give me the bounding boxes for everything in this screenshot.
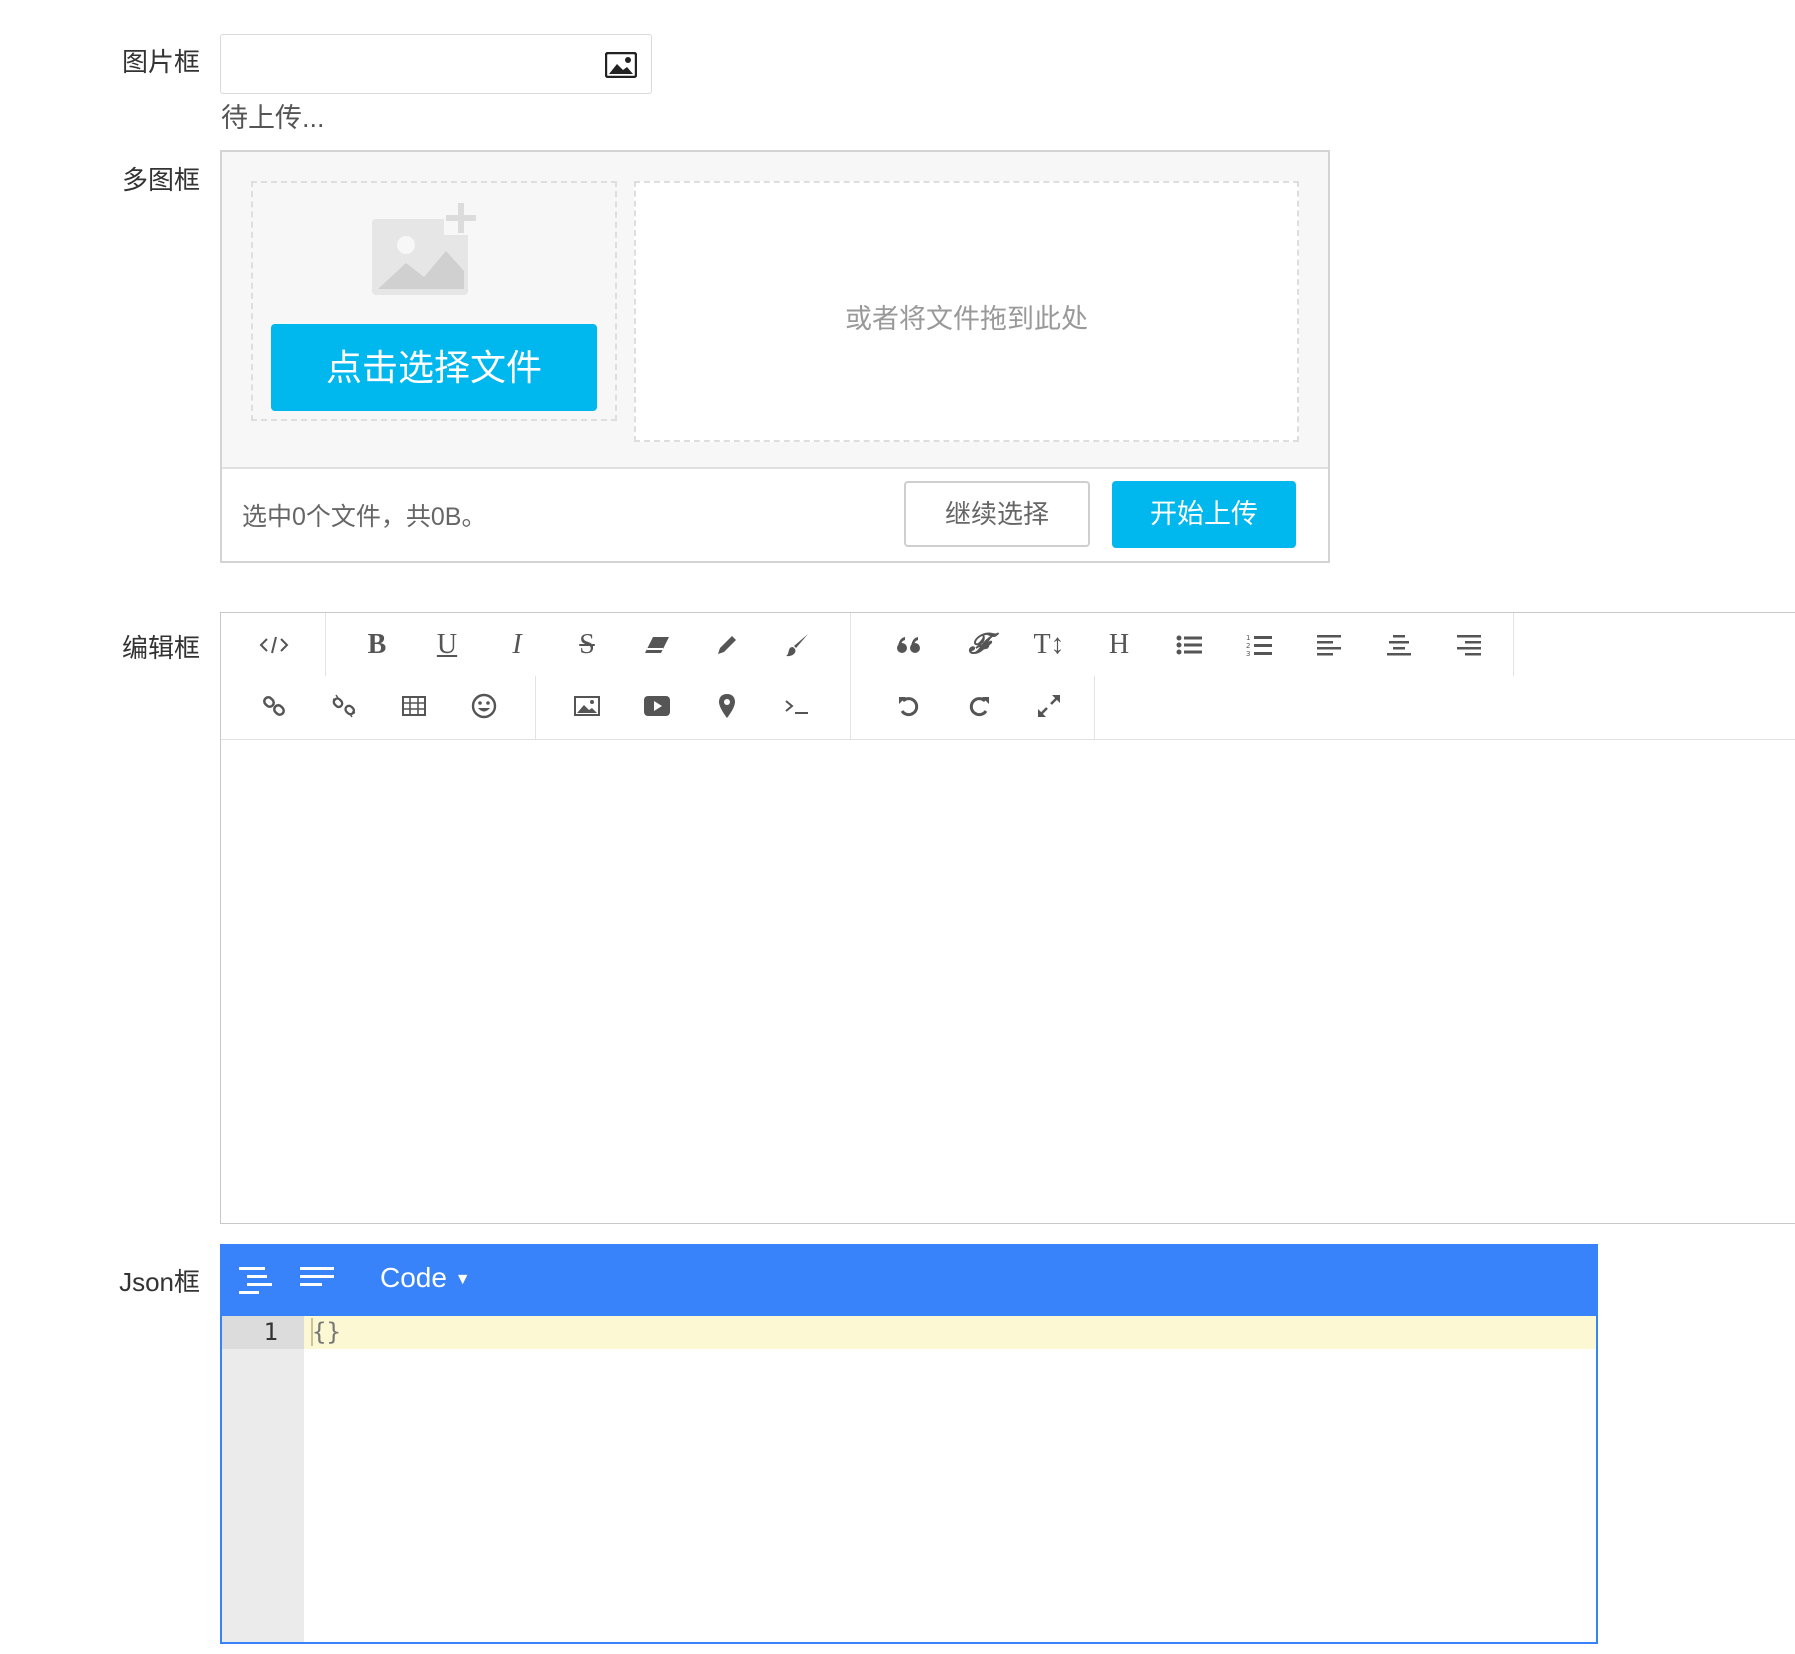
toolbar-separator (1094, 676, 1095, 739)
undo-icon[interactable] (881, 681, 937, 731)
link-icon[interactable] (246, 681, 302, 731)
unordered-list-icon[interactable] (1161, 620, 1217, 670)
table-icon[interactable] (386, 681, 442, 731)
video-icon[interactable] (629, 681, 685, 731)
quote-icon[interactable] (881, 620, 937, 670)
active-line (304, 1316, 1596, 1349)
start-upload-button[interactable]: 开始上传 (1112, 481, 1296, 548)
line-number: 1 (263, 1318, 278, 1346)
multi-image-uploader: 点击选择文件 或者将文件拖到此处 选中0个文件，共0B。 继续选择 开始上传 (220, 150, 1330, 563)
file-summary: 选中0个文件，共0B。 (242, 503, 487, 531)
italic-icon[interactable]: I (489, 620, 545, 670)
image-input[interactable] (220, 34, 652, 94)
svg-text:1: 1 (1246, 634, 1250, 642)
chevron-down-icon: ▼ (454, 1271, 471, 1288)
mode-select[interactable]: Code ▼ (380, 1262, 471, 1294)
toolbar-separator (850, 613, 851, 739)
add-image-icon (370, 201, 482, 302)
terminal-icon[interactable] (769, 681, 825, 731)
map-marker-icon[interactable] (699, 681, 755, 731)
drop-hint: 或者将文件拖到此处 (845, 304, 1088, 334)
redo-icon[interactable] (951, 681, 1007, 731)
underline-icon[interactable]: U (419, 620, 475, 670)
align-left-icon[interactable] (1301, 620, 1357, 670)
json-label: Json框 (119, 1267, 200, 1297)
pencil-icon[interactable] (699, 620, 755, 670)
compact-icon[interactable] (300, 1265, 334, 1294)
editor-toolbar: B U I S 𝓕 T↕ H 123 (221, 613, 1795, 740)
continue-select-button[interactable]: 继续选择 (904, 481, 1090, 547)
fullscreen-icon[interactable] (1021, 681, 1077, 731)
uploader-footer: 选中0个文件，共0B。 继续选择 开始上传 (222, 467, 1328, 561)
file-picker-area: 点击选择文件 (251, 181, 617, 421)
mode-label: Code (380, 1262, 447, 1293)
editor-label: 编辑框 (121, 633, 200, 663)
strikethrough-icon[interactable]: S (559, 620, 615, 670)
line-gutter (222, 1316, 304, 1642)
choose-files-button[interactable]: 点击选择文件 (271, 324, 597, 411)
upload-status: 待上传... (221, 103, 325, 133)
image-icon[interactable] (604, 51, 638, 83)
multi-image-label: 多图框 (121, 165, 200, 195)
bold-icon[interactable]: B (349, 620, 405, 670)
heading-icon[interactable]: H (1091, 620, 1147, 670)
font-size-icon[interactable]: T↕ (1021, 620, 1077, 670)
code-text[interactable]: {} (312, 1318, 341, 1346)
image-field-label: 图片框 (121, 47, 200, 77)
format-icon[interactable] (238, 1265, 272, 1302)
svg-text:3: 3 (1246, 650, 1250, 657)
align-right-icon[interactable] (1441, 620, 1497, 670)
svg-text:2: 2 (1246, 642, 1250, 650)
font-family-icon[interactable]: 𝓕 (951, 620, 1007, 670)
insert-image-icon[interactable] (559, 681, 615, 731)
json-editor-menu: Code ▼ (222, 1246, 1596, 1316)
toolbar-separator (325, 613, 326, 676)
json-editor: Code ▼ 1 {} (220, 1244, 1598, 1644)
ordered-list-icon[interactable]: 123 (1231, 620, 1287, 670)
editor-content[interactable] (221, 740, 1795, 1223)
unlink-icon[interactable] (316, 681, 372, 731)
code-view-icon[interactable] (246, 620, 302, 670)
emoticon-icon[interactable] (456, 681, 512, 731)
eraser-icon[interactable] (629, 620, 685, 670)
drop-zone[interactable]: 或者将文件拖到此处 (634, 181, 1299, 442)
toolbar-separator (535, 676, 536, 739)
toolbar-separator (1513, 613, 1514, 676)
align-center-icon[interactable] (1371, 620, 1427, 670)
rich-text-editor: B U I S 𝓕 T↕ H 123 (220, 612, 1795, 1224)
paint-brush-icon[interactable] (769, 620, 825, 670)
